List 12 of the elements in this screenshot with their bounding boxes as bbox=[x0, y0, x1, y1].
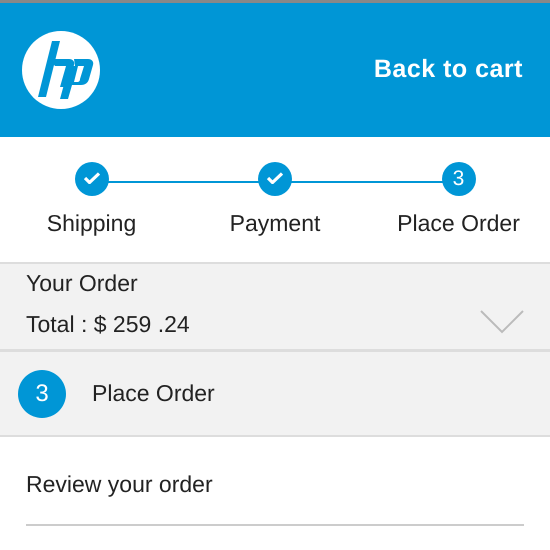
logo-icon bbox=[22, 31, 100, 109]
order-title: Your Order bbox=[26, 270, 139, 298]
back-to-cart-link[interactable]: Back to cart bbox=[374, 51, 523, 89]
step-label: Place Order bbox=[397, 209, 520, 238]
chevron-icon[interactable] bbox=[480, 310, 524, 334]
step-label: Payment bbox=[230, 209, 320, 238]
section-title: Place Order bbox=[92, 379, 215, 408]
subsection-title: Review your order bbox=[26, 467, 524, 526]
order-total: Total : $ 259 .24 bbox=[26, 310, 190, 338]
step-number: 3 bbox=[18, 370, 66, 418]
step-label: Shipping bbox=[46, 209, 136, 238]
step-number: 3 bbox=[442, 162, 476, 196]
